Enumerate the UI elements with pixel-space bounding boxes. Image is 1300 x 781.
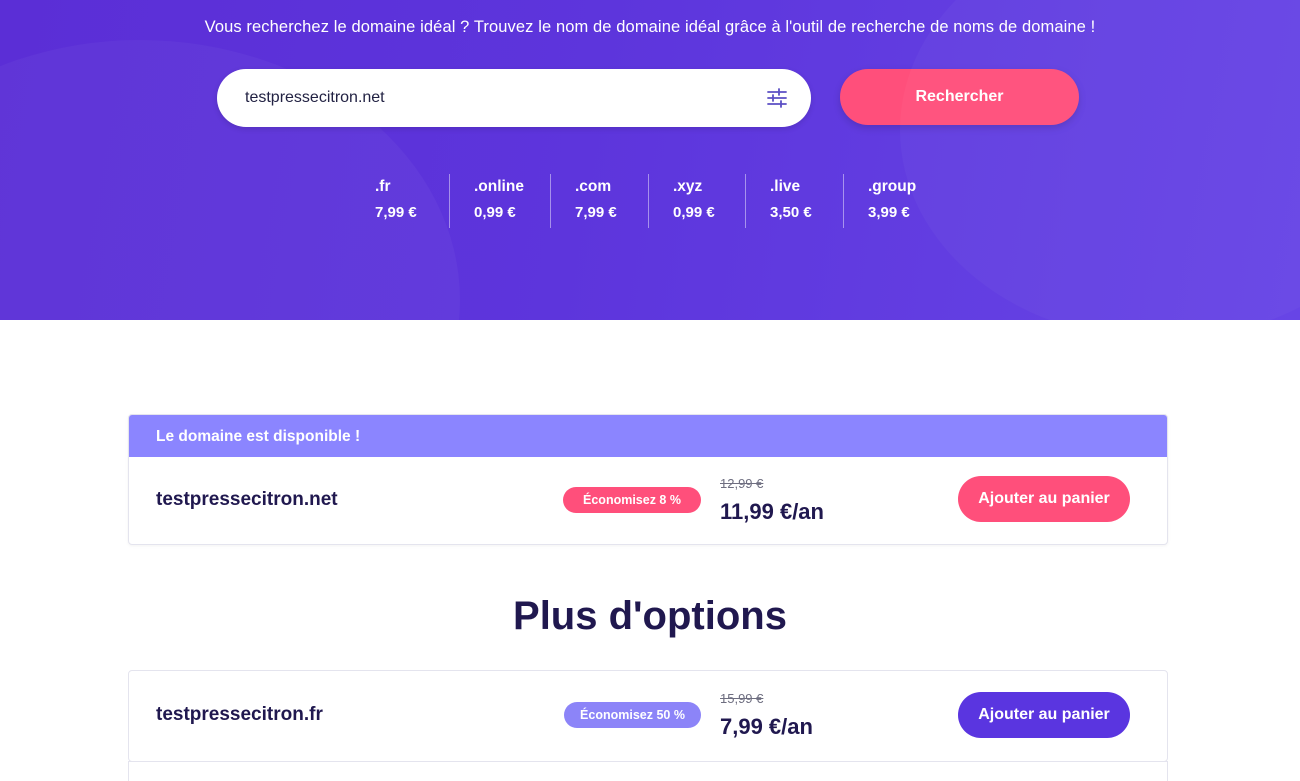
search-button[interactable]: Rechercher	[840, 69, 1079, 125]
availability-header: Le domaine est disponible !	[129, 415, 1167, 457]
tld-name: .group	[868, 178, 917, 195]
domain-search-box[interactable]	[217, 69, 811, 127]
more-options-title: Plus d'options	[513, 594, 787, 638]
old-price: 12,99 €	[720, 476, 764, 491]
add-to-cart-button[interactable]: Ajouter au panier	[958, 692, 1130, 738]
tld-name: .live	[770, 178, 801, 195]
tld-item-group[interactable]: .group 3,99 €	[843, 174, 943, 228]
tld-price: 3,99 €	[868, 204, 910, 221]
domain-search-input[interactable]	[245, 69, 745, 127]
tld-price: 7,99 €	[375, 204, 417, 221]
available-domain-card: Le domaine est disponible ! testpresseci…	[128, 414, 1168, 545]
tld-price-list: .fr 7,99 € .online 0,99 € .com 7,99 € .x…	[361, 174, 943, 228]
current-price: 7,99 €/an	[720, 714, 813, 739]
domain-option-card	[128, 761, 1168, 781]
tld-item-live[interactable]: .live 3,50 €	[745, 174, 843, 228]
discount-badge: Économisez 8 %	[563, 487, 701, 513]
tld-price: 7,99 €	[575, 204, 617, 221]
tld-item-fr[interactable]: .fr 7,99 €	[361, 174, 449, 228]
tld-price: 3,50 €	[770, 204, 812, 221]
discount-badge: Économisez 50 %	[564, 702, 701, 728]
hero-tagline: Vous recherchez le domaine idéal ? Trouv…	[204, 18, 1096, 36]
tld-price: 0,99 €	[474, 204, 516, 221]
domain-name: testpressecitron.net	[156, 489, 338, 510]
search-hero: Vous recherchez le domaine idéal ? Trouv…	[0, 0, 1300, 320]
domain-name: testpressecitron.fr	[156, 704, 323, 725]
tld-item-xyz[interactable]: .xyz 0,99 €	[648, 174, 745, 228]
old-price: 15,99 €	[720, 691, 764, 706]
tld-price: 0,99 €	[673, 204, 715, 221]
sliders-icon[interactable]	[766, 87, 788, 109]
current-price: 11,99 €/an	[720, 499, 824, 524]
tld-item-online[interactable]: .online 0,99 €	[449, 174, 550, 228]
add-to-cart-button[interactable]: Ajouter au panier	[958, 476, 1130, 522]
tld-name: .xyz	[673, 178, 703, 195]
tld-name: .online	[474, 178, 524, 195]
tld-name: .com	[575, 178, 612, 195]
tld-name: .fr	[375, 178, 391, 195]
domain-option-card: testpressecitron.fr Économisez 50 % 15,9…	[128, 670, 1168, 762]
tld-item-com[interactable]: .com 7,99 €	[550, 174, 648, 228]
